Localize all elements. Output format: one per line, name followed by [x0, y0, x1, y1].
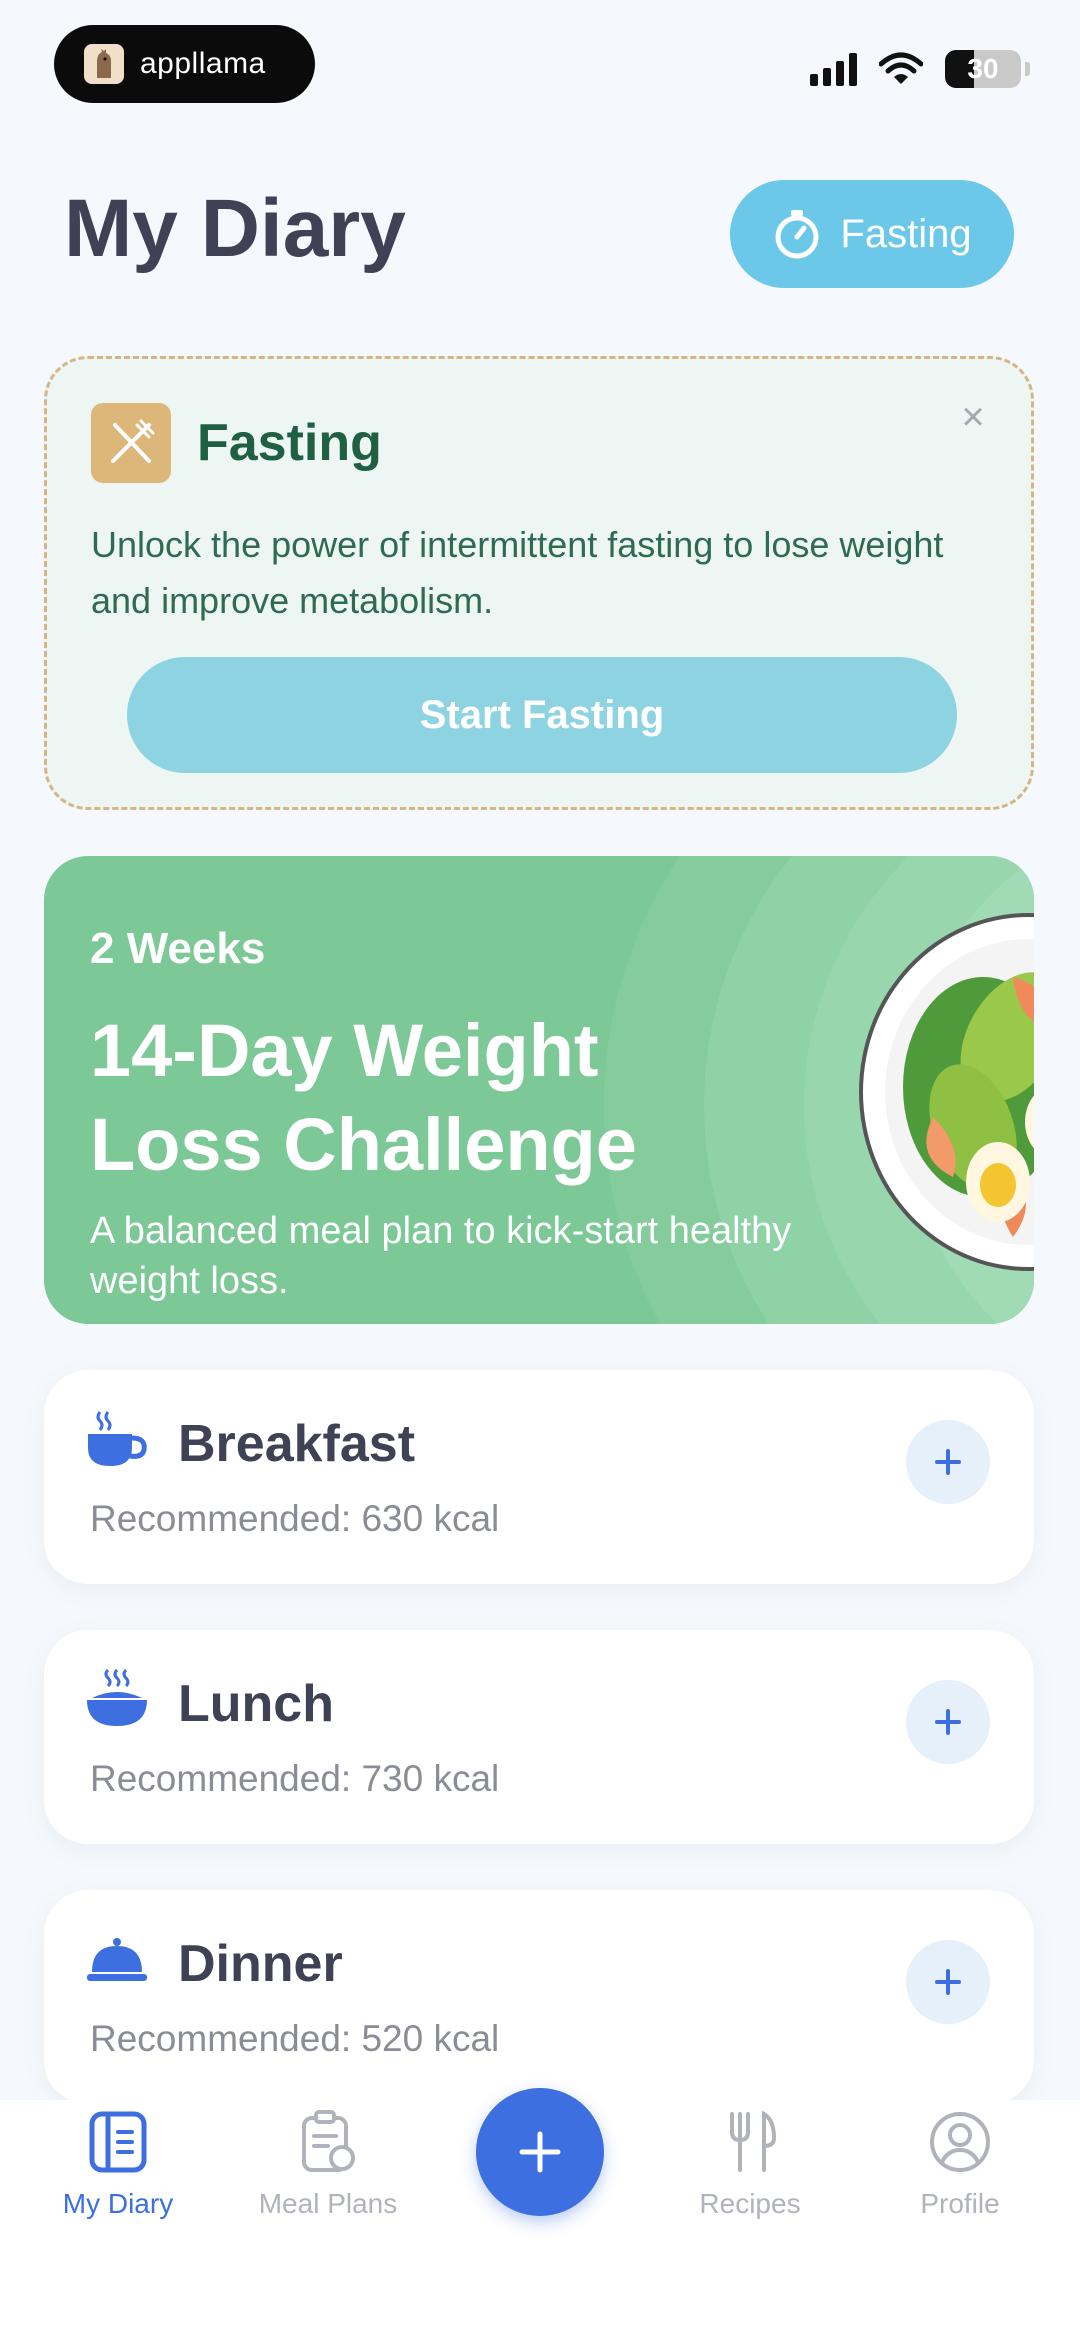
plus-icon	[519, 2131, 561, 2173]
fork-knife-icon	[730, 2110, 777, 2172]
stopwatch-icon	[775, 210, 819, 259]
tab-label: Profile	[920, 2188, 1000, 2219]
page-title: My Diary	[64, 183, 406, 274]
tab-profile[interactable]: Profile	[860, 2110, 1060, 2220]
add-lunch-button[interactable]	[906, 1680, 990, 1764]
cloche-icon	[87, 1938, 147, 1981]
battery-level: 30	[967, 53, 999, 84]
fasting-card-description: Unlock the power of intermittent fasting…	[91, 524, 944, 621]
tab-recipes[interactable]: Recipes	[650, 2110, 850, 2220]
fasting-card-title: Fasting	[197, 414, 382, 472]
add-breakfast-button[interactable]	[906, 1420, 990, 1504]
fasting-button-label: Fasting	[840, 211, 972, 256]
wifi-icon	[879, 52, 923, 84]
meal-recommended: Recommended: 730 kcal	[90, 1758, 500, 1799]
meal-card-breakfast[interactable]: Breakfast Recommended: 630 kcal	[44, 1370, 1034, 1584]
tab-label: Meal Plans	[258, 2188, 398, 2219]
challenge-duration: 2 Weeks	[90, 924, 266, 973]
plus-icon	[935, 1969, 961, 1995]
salad-plate-image	[859, 913, 1034, 1271]
diary-icon	[89, 2111, 147, 2173]
add-entry-button[interactable]	[476, 2088, 604, 2216]
tab-my-diary[interactable]: My Diary	[18, 2110, 218, 2220]
profile-icon	[930, 2112, 990, 2172]
app-brand-badge: appllama	[54, 25, 315, 103]
battery-cap	[1025, 62, 1030, 76]
coffee-cup-icon	[88, 1411, 147, 1466]
add-dinner-button[interactable]	[906, 1940, 990, 2024]
fasting-promo-card: Fasting × Unlock the power of intermitte…	[44, 356, 1034, 810]
tab-meal-plans[interactable]: Meal Plans	[228, 2110, 428, 2220]
meal-name: Dinner	[178, 1935, 343, 1993]
bowl-icon	[87, 1668, 147, 1726]
meal-recommended: Recommended: 520 kcal	[90, 2018, 500, 2059]
meal-name: Lunch	[178, 1675, 334, 1733]
fork-knife-icon	[91, 403, 171, 483]
tab-label: Recipes	[699, 2188, 801, 2219]
challenge-description: A balanced meal plan to kick-start healt…	[90, 1210, 792, 1302]
plus-icon	[935, 1709, 961, 1735]
meal-recommended: Recommended: 630 kcal	[90, 1498, 500, 1539]
brand-name: appllama	[140, 47, 266, 80]
fasting-button[interactable]: Fasting	[730, 180, 1014, 288]
battery-icon: 30	[945, 50, 1021, 88]
llama-logo-icon	[84, 44, 124, 84]
cellular-signal-icon	[810, 52, 857, 86]
tab-label: My Diary	[62, 2188, 174, 2219]
status-icons: 30	[810, 50, 1030, 88]
start-fasting-button[interactable]: Start Fasting	[127, 657, 957, 773]
close-icon[interactable]: ×	[953, 397, 993, 437]
clipboard-icon	[302, 2110, 355, 2172]
challenge-title: 14-Day Weight Loss Challenge	[90, 1009, 637, 1186]
weight-loss-challenge-card[interactable]: 2 Weeks 14-Day Weight Loss Challenge A b…	[44, 856, 1034, 1324]
plus-icon	[935, 1449, 961, 1475]
meal-card-lunch[interactable]: Lunch Recommended: 730 kcal	[44, 1630, 1034, 1844]
meal-name: Breakfast	[178, 1415, 416, 1473]
